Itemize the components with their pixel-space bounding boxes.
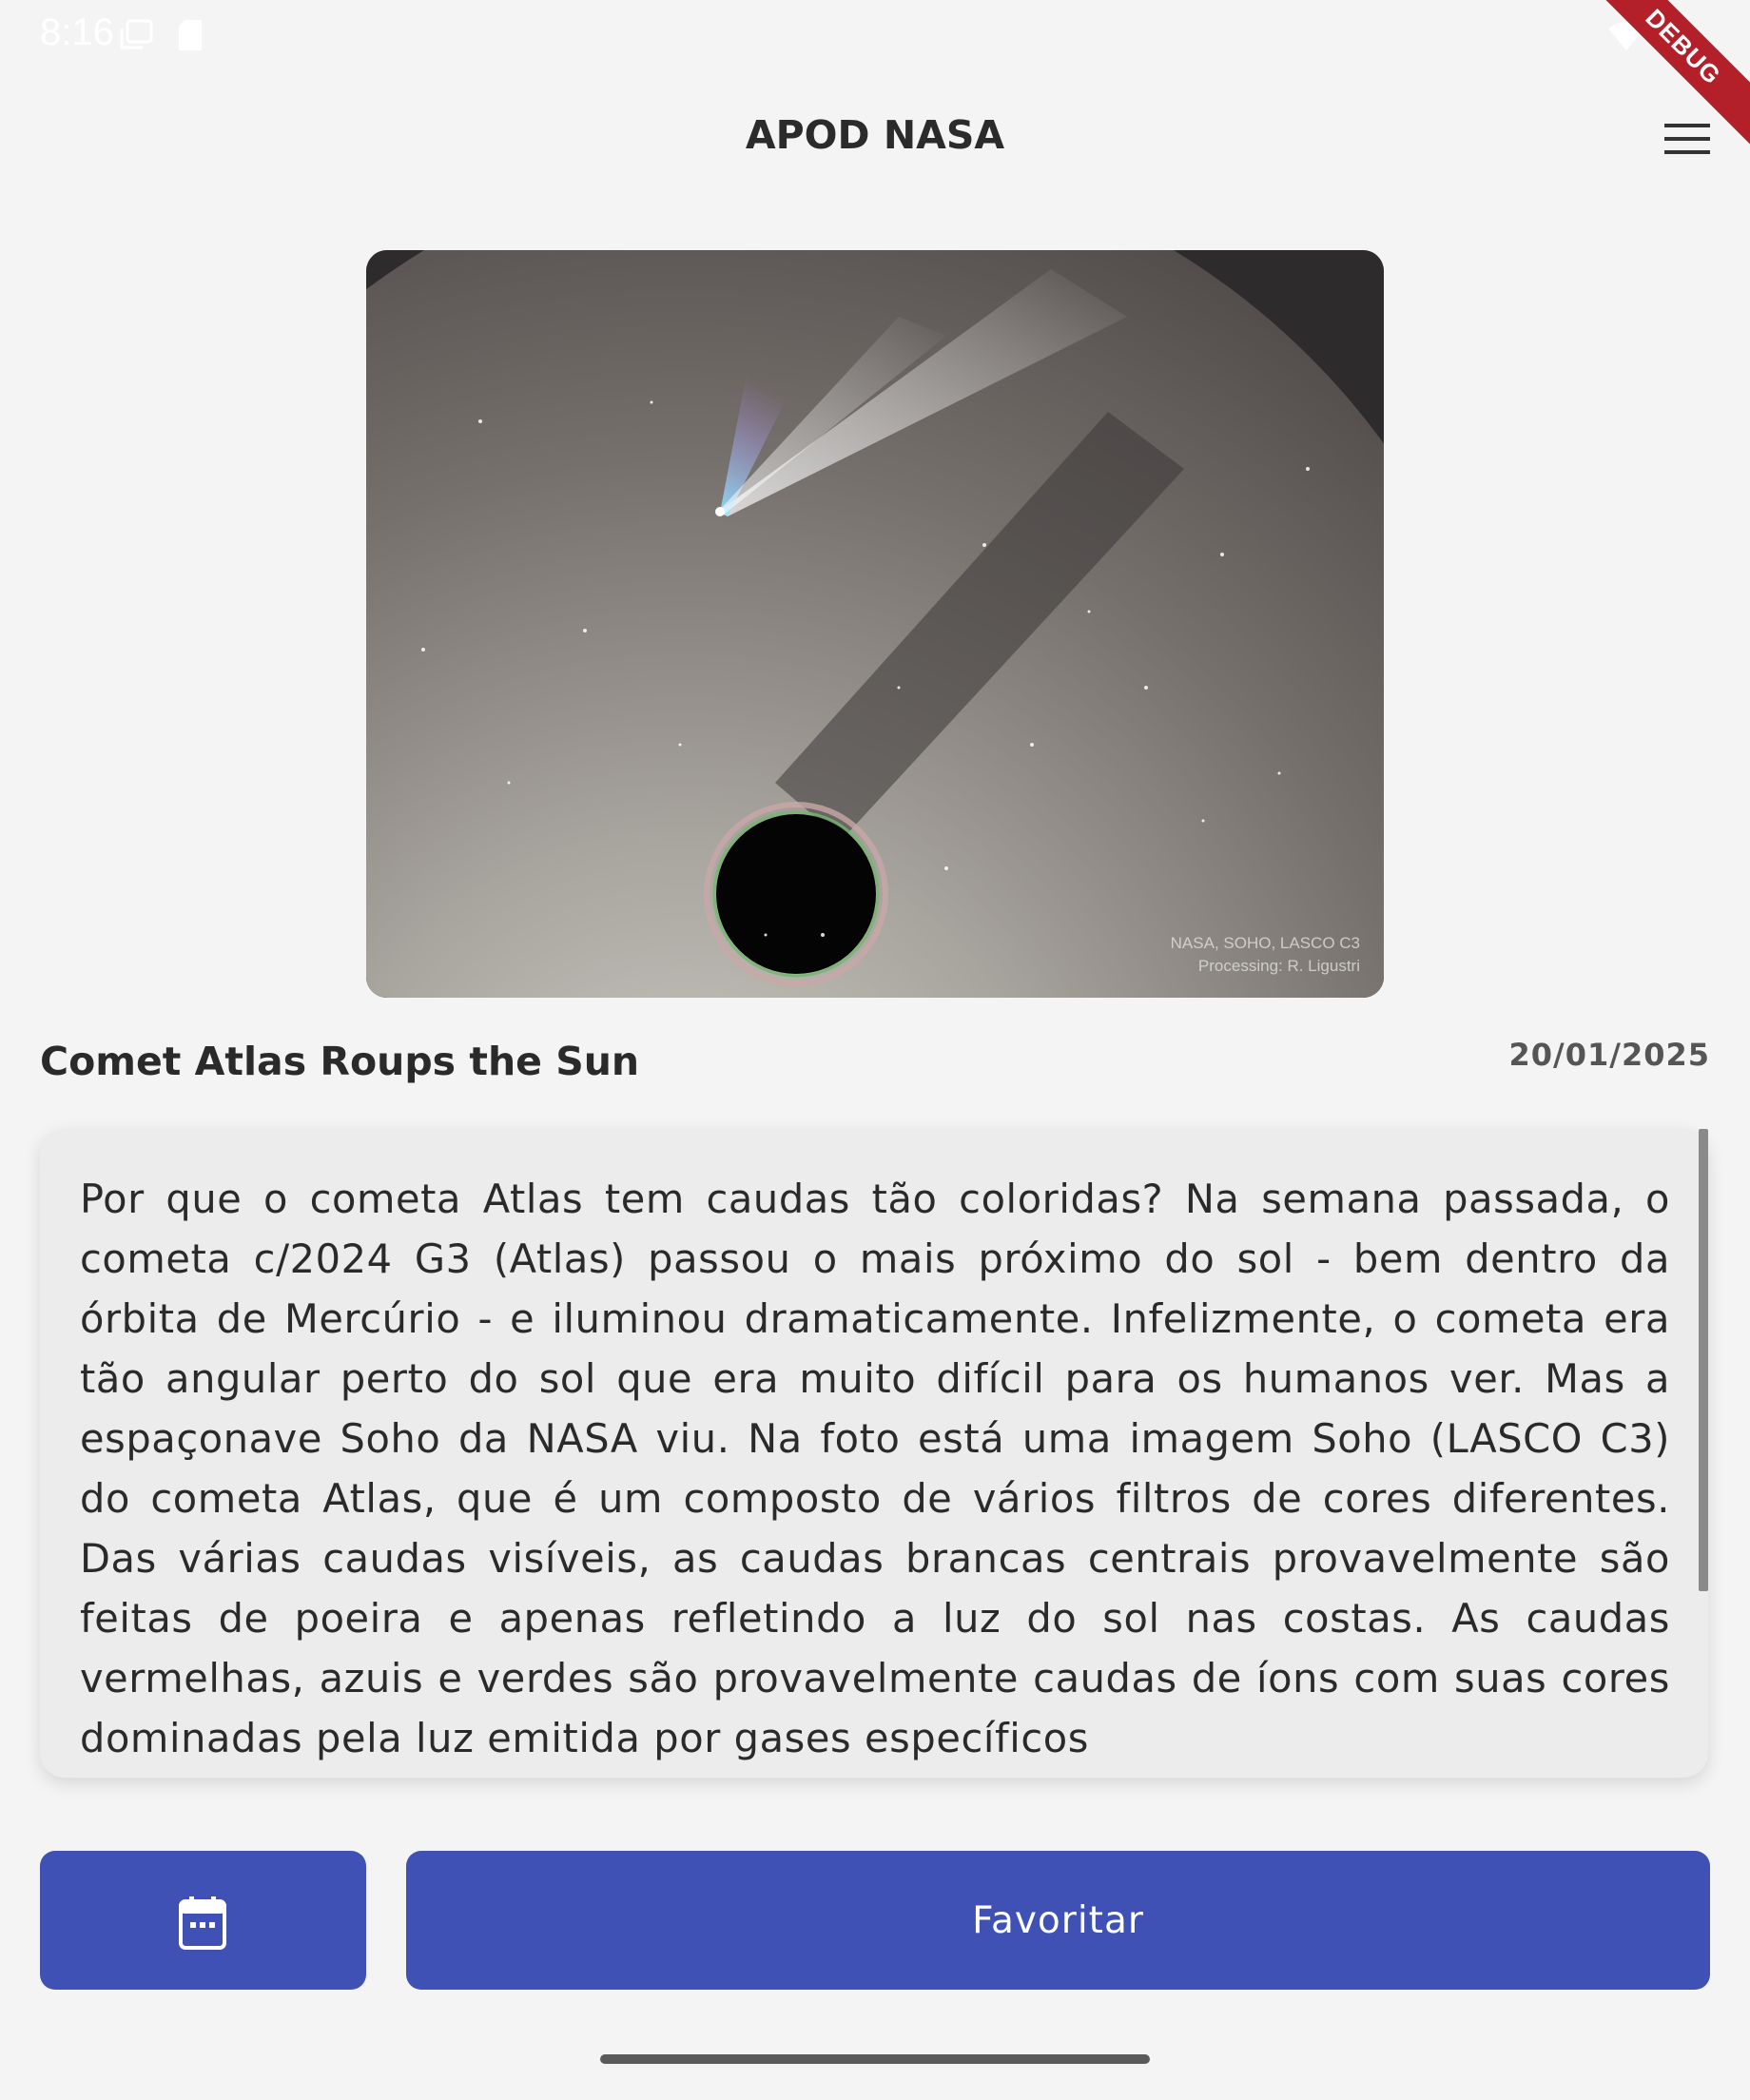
status-bar: 8:16 [0,0,1750,68]
menu-button[interactable] [1655,118,1721,165]
calendar-button[interactable] [40,1851,366,1990]
explanation-text: Por que o cometa Atlas tem caudas tão co… [80,1176,1670,1761]
explanation-scrollbar[interactable] [1699,1129,1708,1591]
app-title: APOD NASA [745,112,1005,158]
screen-cast-icon [120,19,153,49]
status-time: 8:16 [40,11,114,53]
favorite-button[interactable]: Favoritar [406,1851,1710,1990]
image-credit-line1: NASA, SOHO, LASCO C3 [1171,934,1360,952]
sd-card-icon [179,20,202,50]
apod-date: 20/01/2025 [1508,1037,1710,1073]
explanation-card[interactable]: Por que o cometa Atlas tem caudas tão co… [40,1129,1708,1778]
apod-image: NASA, SOHO, LASCO C3 Processing: R. Ligu… [366,250,1384,998]
hamburger-menu-icon [1664,124,1710,154]
home-indicator[interactable] [600,2054,1150,2064]
apod-title: Comet Atlas Roups the Sun [40,1039,640,1084]
image-credit-line2: Processing: R. Ligustri [1198,957,1360,975]
calendar-icon [179,1896,226,1950]
